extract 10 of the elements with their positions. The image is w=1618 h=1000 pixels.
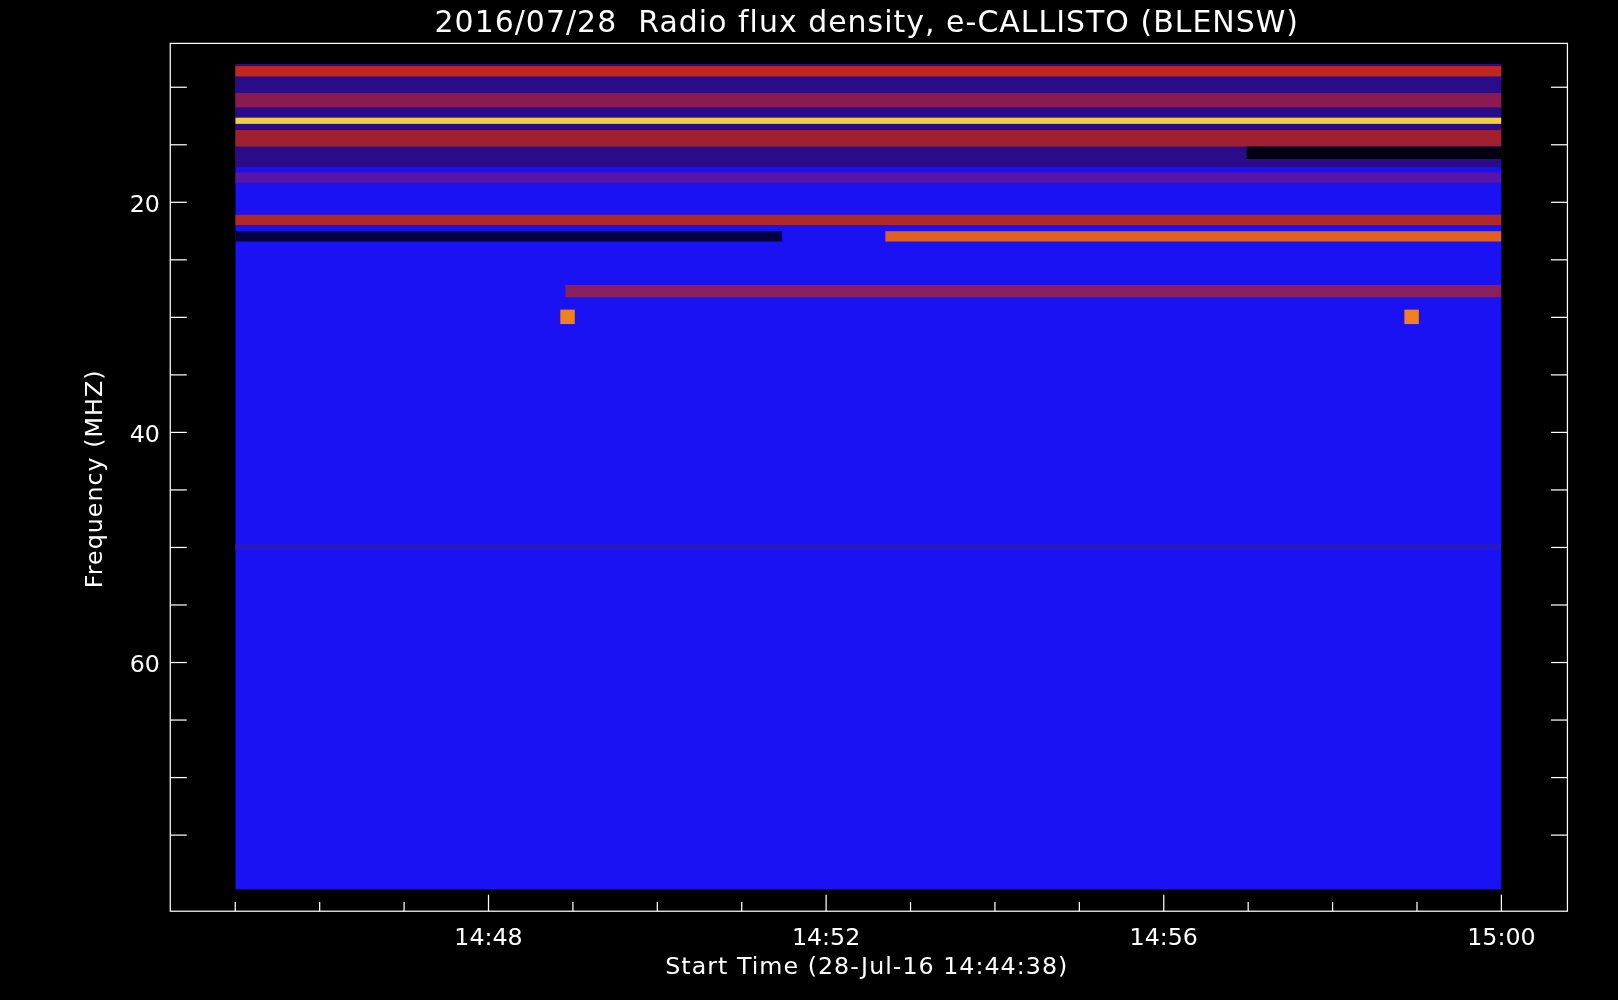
tick-label: 14:56 bbox=[1129, 923, 1198, 952]
tick-label: 20 bbox=[129, 189, 160, 218]
tick-label: 14:52 bbox=[791, 923, 861, 952]
tick-label: 15:00 bbox=[1467, 923, 1536, 952]
tick-label: 40 bbox=[129, 419, 160, 448]
y-axis-label: Frequency (MHZ) bbox=[80, 369, 109, 589]
x-axis-label: Start Time (28-Jul-16 14:44:38) bbox=[665, 952, 1069, 981]
tick-label: 60 bbox=[129, 649, 160, 678]
chart-title: 2016/07/28 Radio flux density, e-CALLISTO (BLENSW) bbox=[434, 4, 1300, 40]
tick-label: 14:48 bbox=[454, 923, 523, 952]
